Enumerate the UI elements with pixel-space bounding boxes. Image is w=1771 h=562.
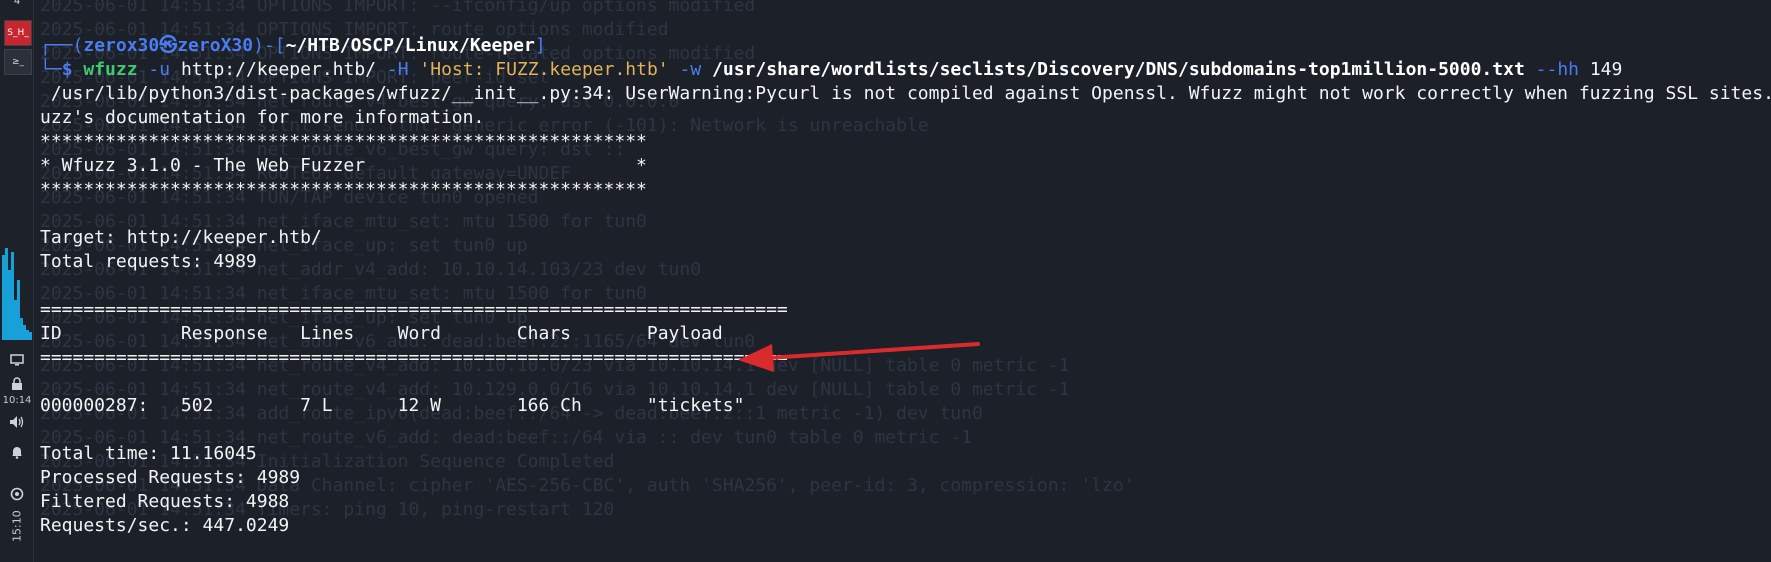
command-flag-w: -w [679,59,702,80]
prompt-corner-bottom: └─ [40,59,62,80]
banner-border-bottom: ****************************************… [40,179,647,200]
app-icon-red[interactable]: S_H_ [4,20,32,46]
command-flag-hh: --hh [1535,59,1579,80]
processed-requests-line: Processed Requests: 4989 [40,467,301,488]
taskbar: 4 S_H_ ≥_ 10:14 15:10 [0,0,34,562]
command-line[interactable]: └─$ wfuzz -u http://keeper.htb/ -H 'Host… [40,58,1771,82]
time-small-label: 10:14 [2,394,32,406]
warning-line-2: uzz's documentation for more information… [40,107,485,128]
command-flag-h: -H [386,59,409,80]
command-flag-u: -u [148,59,171,80]
rule-top: ========================================… [40,299,788,320]
prompt-separator: )-[ [253,35,286,56]
display-icon[interactable] [4,350,30,370]
command-url: http://keeper.htb/ [180,59,377,80]
prompt-dollar: $ [61,59,73,80]
command-program: wfuzz [83,59,138,80]
power-icon[interactable] [4,484,30,504]
prompt-corner: ┌──( [40,35,84,56]
prompt-path: ~/HTB/OSCP/Linux/Keeper [285,35,535,56]
command-hh-value: 149 [1589,59,1623,80]
banner-border-top: ****************************************… [40,131,647,152]
red-arrow-annotation [738,342,980,372]
filtered-requests-line: Filtered Requests: 4988 [40,491,290,512]
vpn-lock-icon[interactable] [4,374,30,394]
notification-bell-icon[interactable] [4,442,30,462]
prompt-close: ] [534,35,546,56]
banner-title: * Wfuzz 3.1.0 - The Web Fuzzer * [40,155,647,176]
terminal-window[interactable]: 2025-06-01 14:51:34 OPTIONS IMPORT: --if… [34,0,1771,562]
warning-line-1: /usr/lib/python3/dist-packages/wfuzz/__i… [40,83,1771,104]
cpu-graph [2,240,32,340]
result-row: 000000287: 502 7 L 12 W 166 Ch "tickets" [40,395,745,416]
total-requests-line: Total requests: 4989 [40,251,257,272]
command-header: 'Host: FUZZ.keeper.htb' [419,59,669,80]
clock: 15:10 [10,510,24,542]
terminal-output: ┌──(zerox30㉿zeroX30)-[~/HTB/OSCP/Linux/K… [40,34,1771,538]
workspace-indicator[interactable]: 4 [4,0,30,8]
terminal-app-icon[interactable]: ≥_ [4,49,32,75]
target-line: Target: http://keeper.htb/ [40,227,322,248]
requests-per-sec-line: Requests/sec.: 447.0249 [40,515,290,536]
command-wordlist: /usr/share/wordlists/seclists/Discovery/… [712,59,1525,80]
total-time-line: Total time: 11.16045 [40,443,257,464]
prompt-user-host: zerox30㉿zeroX30 [83,35,254,56]
prompt-line-top: ┌──(zerox30㉿zeroX30)-[~/HTB/OSCP/Linux/K… [40,34,1771,58]
volume-icon[interactable] [4,412,30,432]
